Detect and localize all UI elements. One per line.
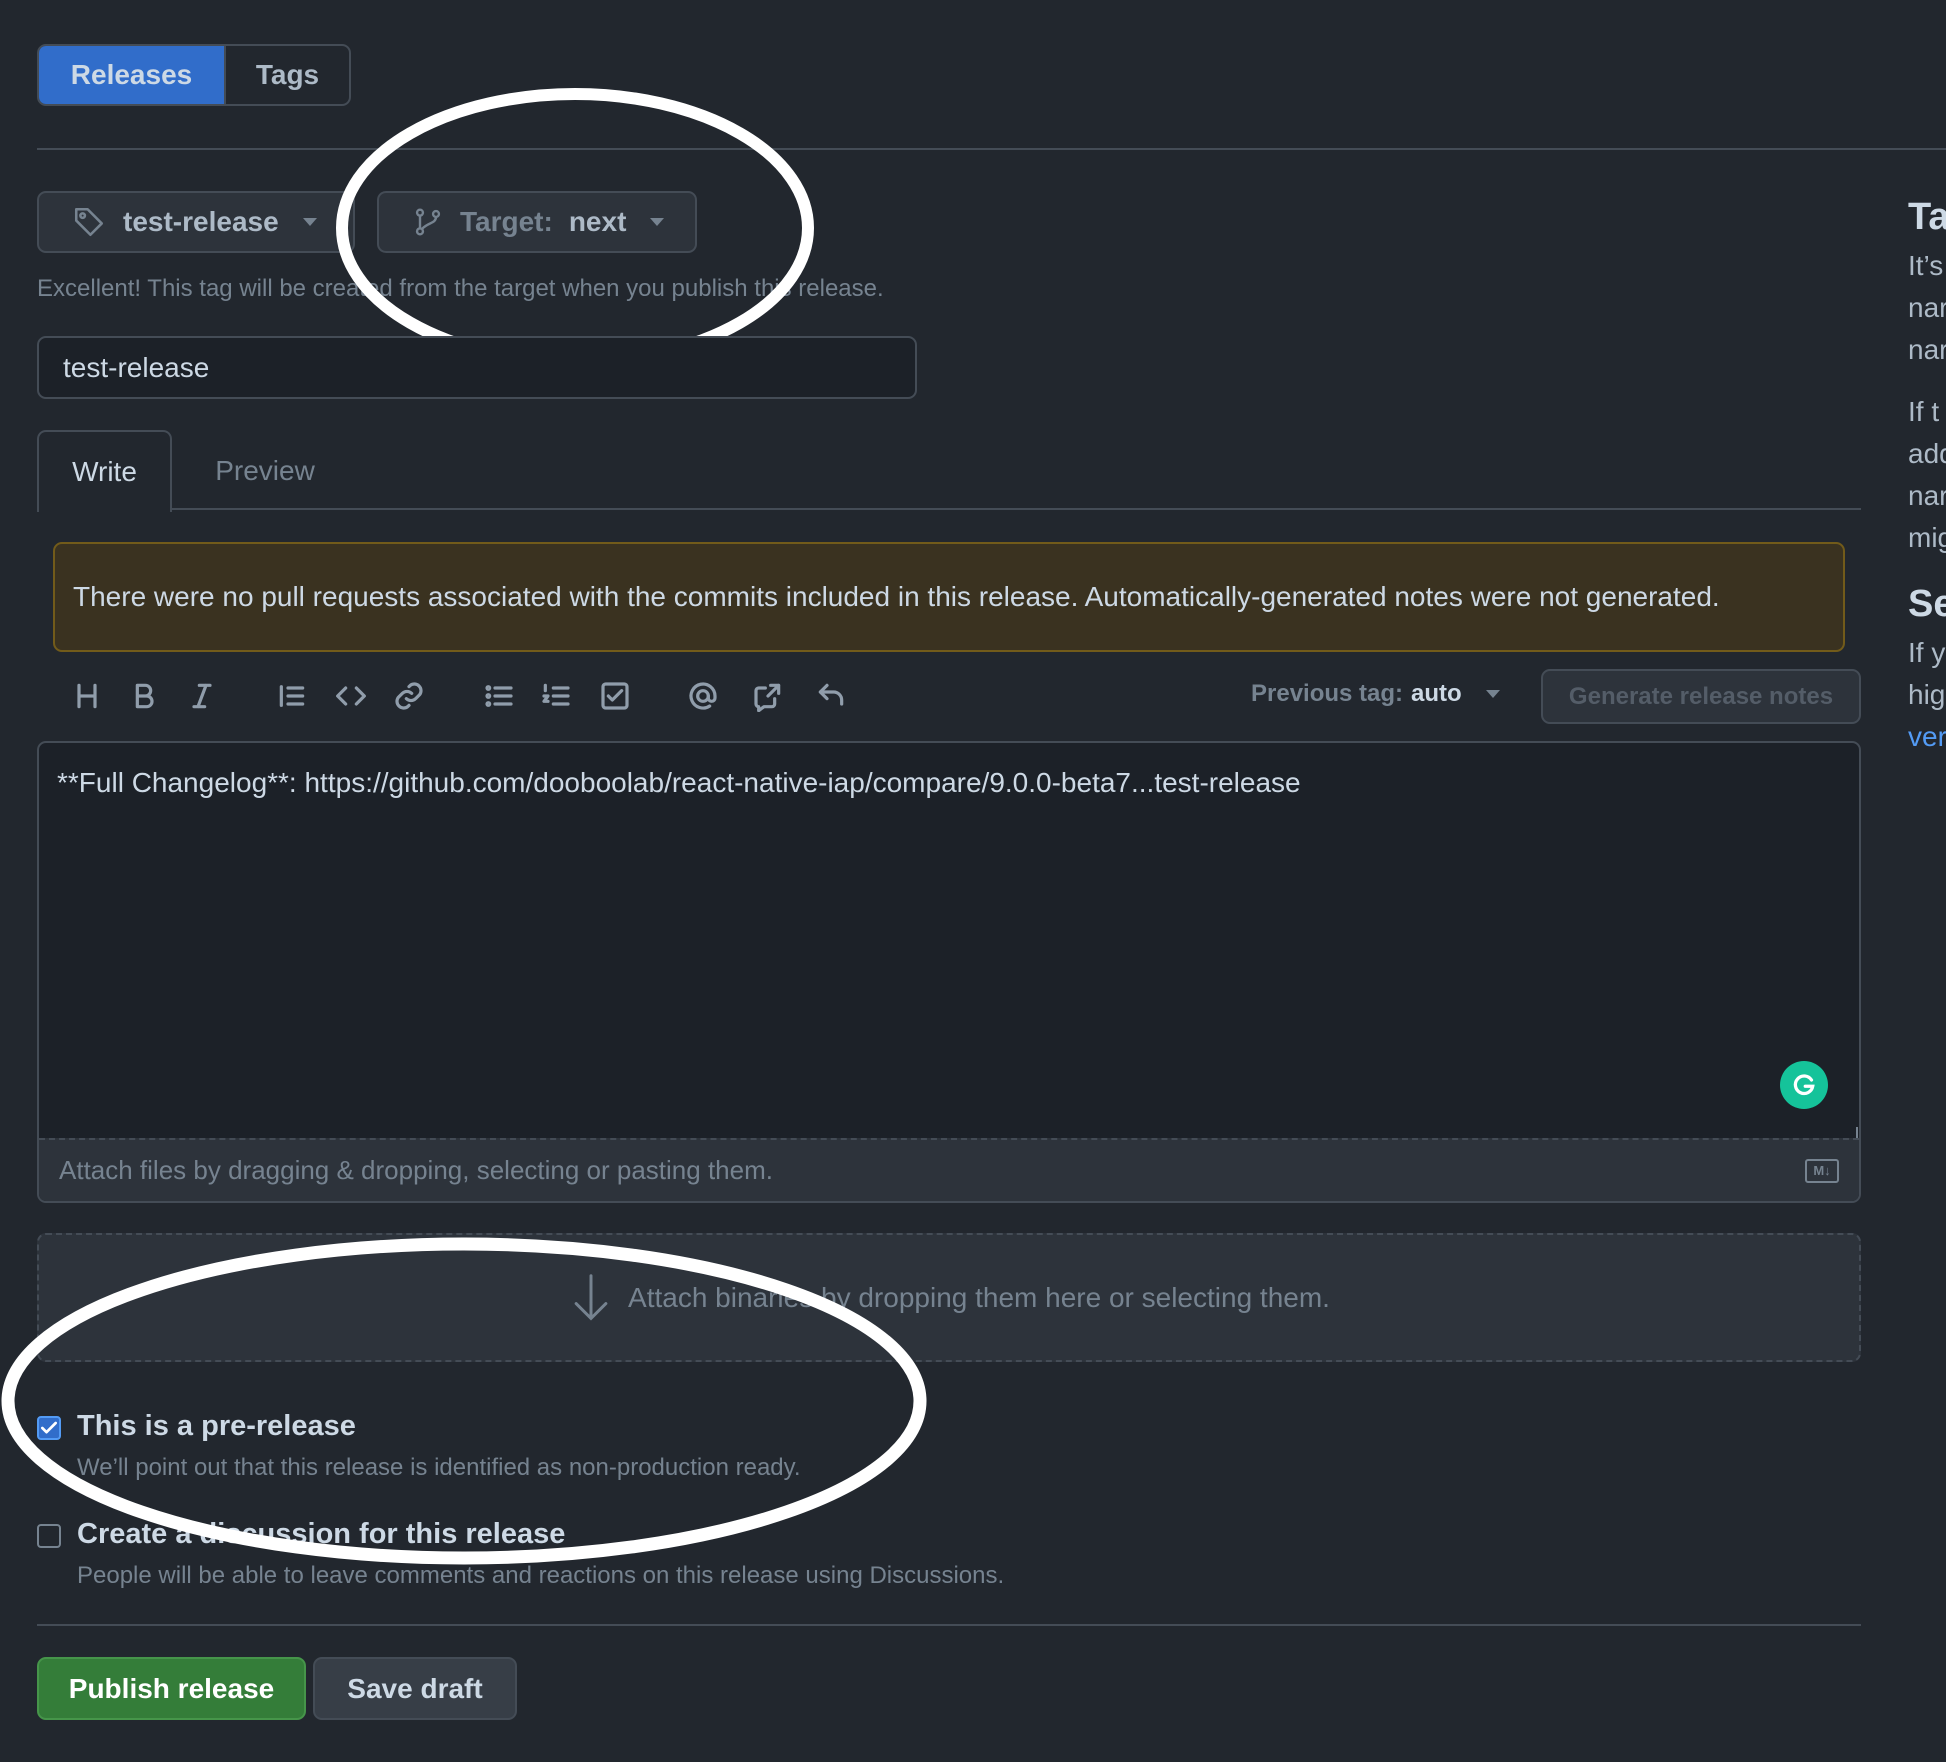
publish-release-button[interactable]: Publish release — [37, 1657, 306, 1720]
release-title-input[interactable]: test-release — [37, 336, 917, 399]
sidebar-line: nar — [1908, 292, 1946, 323]
tag-picker-button[interactable]: test-release — [37, 191, 355, 253]
link-icon[interactable] — [389, 676, 429, 716]
task-list-icon[interactable] — [595, 676, 635, 716]
attach-files-bar[interactable]: Attach files by dragging & dropping, sel… — [39, 1138, 1859, 1201]
ordered-list-icon[interactable] — [536, 676, 576, 716]
preview-tab[interactable]: Preview — [172, 430, 358, 512]
previous-tag-picker[interactable]: Previous tag: auto — [1251, 680, 1500, 708]
sidebar-line: If y — [1908, 637, 1946, 668]
generate-release-notes-button[interactable]: Generate release notes — [1541, 669, 1861, 724]
attach-files-hint: Attach files by dragging & dropping, sel… — [59, 1155, 773, 1185]
reply-icon[interactable] — [811, 676, 851, 716]
italic-icon[interactable] — [182, 676, 222, 716]
markdown-icon: M↓ — [1805, 1158, 1839, 1183]
code-icon[interactable] — [331, 676, 371, 716]
tag-icon — [72, 205, 106, 239]
footer-divider — [37, 1624, 1861, 1626]
sidebar-heading-semantic: Se — [1908, 583, 1946, 625]
cross-reference-icon[interactable] — [748, 676, 788, 716]
releases-tags-nav: Releases Tags — [37, 44, 351, 106]
chevron-down-icon — [1485, 690, 1500, 698]
release-title-value: test-release — [63, 351, 210, 383]
annotation-circle-prerelease — [1, 1237, 927, 1565]
sidebar-line: mig — [1908, 522, 1946, 553]
sidebar-line: nar — [1908, 480, 1946, 511]
sidebar-line: It’s — [1908, 250, 1944, 281]
header-divider — [37, 148, 1946, 150]
quote-icon[interactable] — [272, 676, 312, 716]
chevron-down-icon — [302, 218, 317, 226]
unordered-list-icon[interactable] — [479, 676, 519, 716]
mention-icon[interactable] — [683, 676, 723, 716]
sidebar-line: hig — [1908, 679, 1946, 710]
release-notes-editor[interactable]: **Full Changelog**: https://github.com/d… — [37, 741, 1861, 1203]
tag-picker-value: test-release — [123, 206, 279, 237]
sidebar-link[interactable]: ver — [1908, 716, 1946, 758]
sidebar-line: add — [1908, 438, 1946, 469]
release-notes-content: **Full Changelog**: https://github.com/d… — [57, 767, 1301, 798]
write-tab[interactable]: Write — [37, 430, 172, 512]
sidebar-help: Ta It’s nar nar If t add nar mig Se If y… — [1908, 196, 1946, 758]
sidebar-line: If t — [1908, 396, 1940, 427]
sidebar-line: nar — [1908, 334, 1946, 365]
previous-tag-value: auto — [1411, 680, 1462, 707]
grammarly-icon[interactable] — [1780, 1061, 1828, 1109]
heading-icon[interactable] — [67, 676, 107, 716]
sidebar-heading-tags: Ta — [1908, 196, 1946, 238]
releases-tab[interactable]: Releases — [39, 46, 224, 104]
previous-tag-label: Previous tag: — [1251, 680, 1404, 707]
save-draft-button[interactable]: Save draft — [313, 1657, 517, 1720]
bold-icon[interactable] — [124, 676, 164, 716]
no-pr-warning: There were no pull requests associated w… — [53, 542, 1845, 652]
